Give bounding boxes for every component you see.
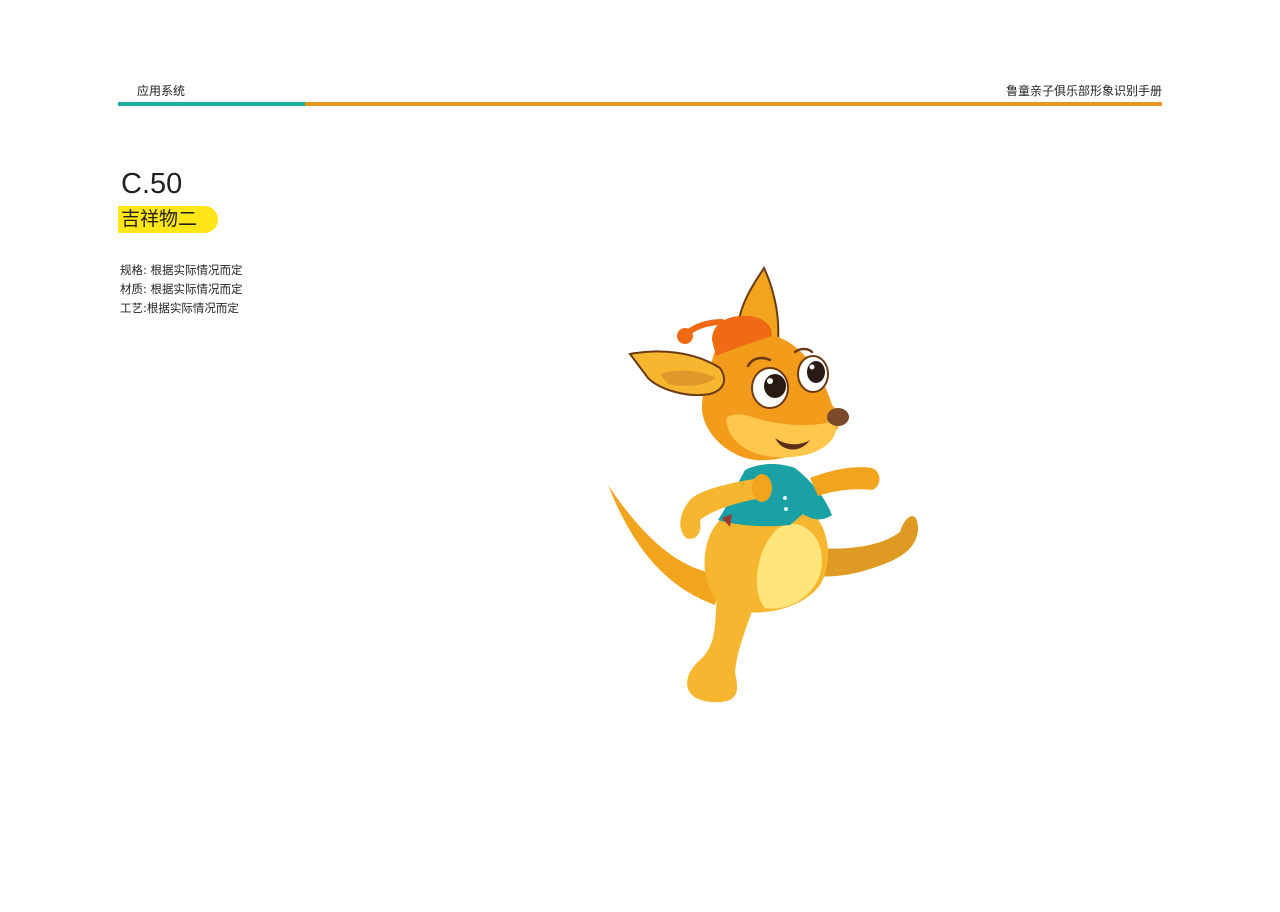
mascot-left-cuff	[752, 474, 772, 502]
header-manual-title: 鲁童亲子俱乐部形象识别手册	[1005, 84, 1162, 98]
spec-item-material: 材质: 根据实际情况而定	[120, 282, 243, 296]
mascot-nose	[827, 408, 849, 426]
kangaroo-mascot-icon	[608, 265, 918, 703]
spec-list: 规格: 根据实际情况而定 材质: 根据实际情况而定 工艺:根据实际情况而定	[120, 261, 243, 318]
page-code: C.50	[121, 168, 183, 200]
page-title: 吉祥物二	[121, 208, 198, 230]
mascot-eyebrow	[793, 347, 814, 354]
mascot-right-arm	[810, 467, 880, 496]
mascot-left-pupil	[764, 374, 786, 398]
vest-button	[783, 496, 787, 500]
spec-item-size: 规格: 根据实际情况而定	[120, 263, 243, 277]
header-rule-orange	[305, 102, 1162, 106]
spec-item-craft: 工艺:根据实际情况而定	[120, 301, 239, 315]
mascot-right-pupil	[807, 361, 825, 383]
mascot-hat-pompom	[677, 328, 693, 344]
vest-button	[784, 507, 788, 511]
header-rule-teal	[118, 102, 305, 106]
header-section-label: 应用系统	[137, 84, 186, 98]
